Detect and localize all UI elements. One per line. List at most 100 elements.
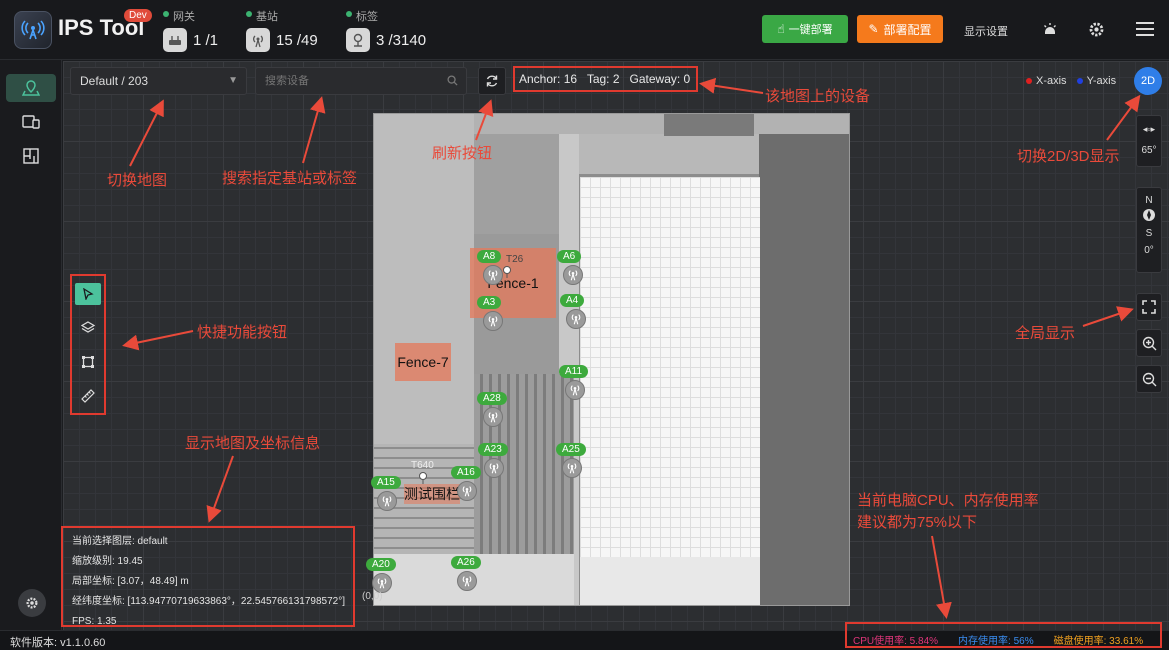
x-axis-label: X-axis bbox=[1036, 75, 1067, 87]
cursor-icon bbox=[83, 288, 94, 300]
sidebar-item-map[interactable] bbox=[6, 74, 56, 102]
rotation-value: 65° bbox=[1141, 145, 1157, 156]
resource-usage: CPU使用率: 5.84% 内存使用率: 56% 磁盘使用率: 33.61% bbox=[845, 622, 1162, 648]
test-fence[interactable]: 测试围栏 bbox=[404, 484, 460, 504]
map-pin-icon bbox=[22, 80, 40, 96]
sidebar-item-floorplan[interactable] bbox=[6, 142, 56, 170]
rotation-control[interactable]: ◂▫▸ 65° bbox=[1136, 115, 1162, 167]
floorplan-bottom-hall bbox=[580, 557, 760, 605]
map-select[interactable]: Default / 203 ▼ bbox=[70, 67, 247, 95]
app-logo bbox=[14, 11, 52, 49]
one-click-deploy-button[interactable]: ☝ 一键部署 bbox=[762, 15, 848, 43]
floorplan-open-hall bbox=[580, 177, 760, 557]
fence-7[interactable]: Fence-7 bbox=[395, 343, 451, 381]
zoom-out-button[interactable] bbox=[1136, 365, 1162, 393]
device-search[interactable] bbox=[255, 67, 467, 95]
display-settings-button[interactable]: 显示设置 bbox=[964, 23, 1008, 39]
disk-usage: 磁盘使用率: 33.61% bbox=[1053, 636, 1144, 647]
gear-icon[interactable] bbox=[1087, 20, 1105, 38]
fullscreen-icon bbox=[1142, 300, 1156, 314]
current-layer: 当前选择图层: default bbox=[72, 536, 168, 547]
anchor-a3-label: A3 bbox=[477, 296, 502, 309]
devices-icon bbox=[22, 115, 40, 129]
rotate-horizontal-icon: ◂▫▸ bbox=[1142, 124, 1156, 134]
memory-usage: 内存使用率: 56% bbox=[958, 636, 1034, 647]
sidebar-item-devices[interactable] bbox=[6, 108, 56, 136]
anchor-icon bbox=[566, 309, 586, 329]
compass-degree: 0° bbox=[1144, 245, 1154, 256]
anchor-a16-label: A16 bbox=[451, 466, 481, 479]
floorplan-icon bbox=[23, 148, 39, 164]
origin-label: (0,0) bbox=[362, 591, 383, 602]
alarm-icon[interactable] bbox=[1041, 20, 1059, 38]
layers-tool[interactable] bbox=[75, 317, 101, 339]
compass-south-label: S bbox=[1145, 228, 1153, 239]
fence-7-label: Fence-7 bbox=[397, 354, 449, 370]
gateway-stat[interactable]: 网关 1 /1 bbox=[163, 8, 218, 52]
refresh-icon bbox=[486, 75, 498, 87]
deploy-config-button[interactable]: ✎ 部署配置 bbox=[857, 15, 943, 43]
fullview-button[interactable] bbox=[1136, 293, 1162, 321]
anchor-icon bbox=[457, 571, 477, 591]
one-click-deploy-label: 一键部署 bbox=[788, 24, 833, 36]
axis-legend: X-axis Y-axis bbox=[1026, 75, 1116, 87]
annotation-quick-tools: 快捷功能按钮 bbox=[197, 324, 288, 341]
anchor-a23-label: A23 bbox=[478, 443, 508, 456]
zoom-in-button[interactable] bbox=[1136, 329, 1162, 357]
annotation-switch-map: 切换地图 bbox=[107, 172, 168, 189]
floorplan-dark-block bbox=[664, 114, 754, 136]
tag-t640-label: T640 bbox=[411, 460, 434, 471]
wrench-icon: ✎ bbox=[868, 22, 879, 36]
anchor-icon bbox=[484, 458, 504, 478]
chevron-down-icon: ▼ bbox=[228, 75, 238, 86]
dev-badge: Dev bbox=[124, 9, 152, 22]
anchor-stat[interactable]: 基站 15 /49 bbox=[246, 8, 318, 52]
annotation-search: 搜索指定基站或标签 bbox=[222, 170, 358, 187]
tag-t640-pin-icon[interactable] bbox=[418, 471, 428, 484]
tag-t26-label: T26 bbox=[506, 254, 524, 265]
zoom-level: 缩放级别: 19.45 bbox=[72, 556, 143, 567]
anchor-icon bbox=[246, 28, 270, 52]
area-tool[interactable] bbox=[75, 351, 101, 373]
local-coords: 局部坐标: [3.07，48.49] m bbox=[72, 576, 189, 587]
annotation-usage-line2: 建议都为75%以下 bbox=[857, 514, 978, 531]
measure-tool[interactable] bbox=[75, 385, 101, 407]
map-select-value: Default / 203 bbox=[80, 74, 149, 88]
select-tool[interactable] bbox=[75, 283, 101, 305]
cpu-usage: CPU使用率: 5.84% bbox=[853, 636, 939, 647]
anchor-icon bbox=[483, 311, 503, 331]
anchor-icon bbox=[483, 265, 503, 285]
quick-tools-panel bbox=[70, 274, 106, 415]
layers-icon bbox=[81, 321, 95, 333]
fps-value: FPS: 1.35 bbox=[72, 616, 117, 627]
area-select-icon bbox=[82, 356, 94, 368]
anchor-icon bbox=[562, 458, 582, 478]
refresh-button[interactable] bbox=[478, 67, 506, 95]
zoom-in-icon bbox=[1142, 336, 1156, 350]
x-axis-legend: X-axis bbox=[1026, 75, 1067, 87]
anchor-icon bbox=[377, 491, 397, 511]
sidebar bbox=[0, 60, 62, 630]
settings-button[interactable] bbox=[18, 589, 46, 617]
annotation-refresh: 刷新按钮 bbox=[432, 145, 493, 162]
floorplan-top-strip bbox=[474, 114, 849, 134]
annotation-devices: 该地图上的设备 bbox=[765, 88, 871, 105]
menu-icon[interactable] bbox=[1136, 20, 1154, 38]
anchor-a11-label: A11 bbox=[559, 365, 589, 378]
view-mode-toggle[interactable]: 2D bbox=[1134, 67, 1162, 95]
device-search-input[interactable] bbox=[265, 75, 435, 87]
anchor-a26-label: A26 bbox=[451, 556, 481, 569]
anchor-a28-label: A28 bbox=[477, 392, 507, 405]
router-icon bbox=[163, 28, 187, 52]
tag-t26-pin-icon[interactable] bbox=[502, 265, 512, 278]
compass-icon bbox=[1142, 208, 1156, 227]
y-axis-label: Y-axis bbox=[1086, 75, 1117, 87]
annotation-toggle-view: 切换2D/3D显示 bbox=[1017, 148, 1120, 165]
tag-stat[interactable]: 标签 3 /3140 bbox=[346, 8, 426, 52]
software-version: 软件版本: v1.1.0.60 bbox=[10, 637, 106, 649]
compass-control[interactable]: N S 0° bbox=[1136, 187, 1162, 273]
anchor-icon bbox=[483, 407, 503, 427]
tag-stat-value: 3 /3140 bbox=[376, 31, 427, 49]
deploy-config-label: 部署配置 bbox=[883, 22, 932, 37]
gateway-stat-value: 1 /1 bbox=[193, 31, 219, 49]
